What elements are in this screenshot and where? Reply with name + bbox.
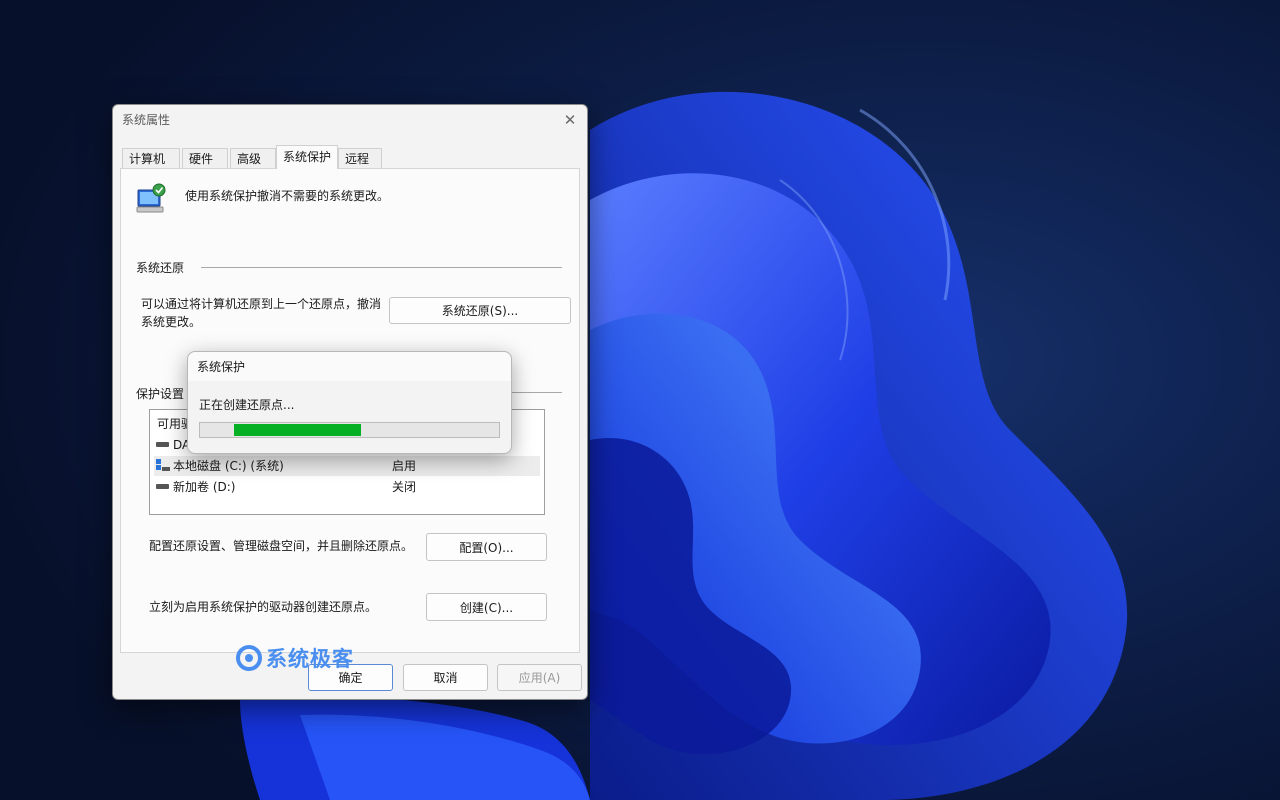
windows-drive-icon (156, 459, 170, 471)
progress-bar-fill (234, 424, 361, 436)
tab-hardware[interactable]: 硬件 (182, 148, 228, 168)
configure-description: 配置还原设置、管理磁盘空间，并且删除还原点。 (149, 539, 414, 553)
tab-computer-name[interactable]: 计算机名 (122, 148, 180, 186)
protection-section-label: 保护设置 (136, 387, 185, 401)
progress-message: 正在创建还原点... (199, 398, 295, 412)
system-restore-button[interactable]: 系统还原(S)... (389, 297, 571, 324)
restore-description-line1: 可以通过将计算机还原到上一个还原点，撤消 (141, 297, 382, 311)
tab-system-protection[interactable]: 系统保护 (276, 145, 338, 169)
restore-description-line2: 系统更改。 (141, 315, 202, 329)
watermark-text: 系统极客 (266, 647, 354, 671)
progress-dialog: 系统保护 正在创建还原点... (187, 351, 512, 454)
system-protection-icon (136, 183, 166, 213)
apply-button: 应用(A) (497, 664, 582, 691)
watermark-logo-icon (236, 645, 262, 671)
drive-icon (156, 484, 169, 489)
drive-icon (156, 442, 169, 447)
create-button[interactable]: 创建(C)... (426, 593, 547, 621)
restore-section-label: 系统还原 (136, 261, 185, 275)
description-text: 使用系统保护撤消不需要的系统更改。 (185, 189, 390, 203)
progress-bar (199, 422, 500, 438)
progress-dialog-header: 系统保护 (188, 352, 511, 381)
tab-remote[interactable]: 远程 (338, 148, 382, 168)
drive-name: 新加卷 (D:) (173, 480, 236, 494)
drive-status: 启用 (392, 459, 417, 473)
drive-row[interactable]: 新加卷 (D:) 关闭 (154, 477, 540, 497)
cancel-button[interactable]: 取消 (403, 664, 488, 691)
dialog-title: 系统属性 (122, 113, 171, 127)
close-icon[interactable]: ✕ (559, 109, 581, 131)
drive-name: 本地磁盘 (C:) (系统) (173, 459, 284, 473)
create-description: 立刻为启用系统保护的驱动器创建还原点。 (149, 600, 378, 614)
configure-button[interactable]: 配置(O)... (426, 533, 547, 561)
tab-advanced[interactable]: 高级 (230, 148, 276, 168)
drive-status: 关闭 (392, 480, 417, 494)
restore-section-divider (201, 267, 562, 268)
drive-row[interactable]: 本地磁盘 (C:) (系统) 启用 (154, 456, 540, 476)
progress-dialog-title: 系统保护 (197, 360, 246, 374)
